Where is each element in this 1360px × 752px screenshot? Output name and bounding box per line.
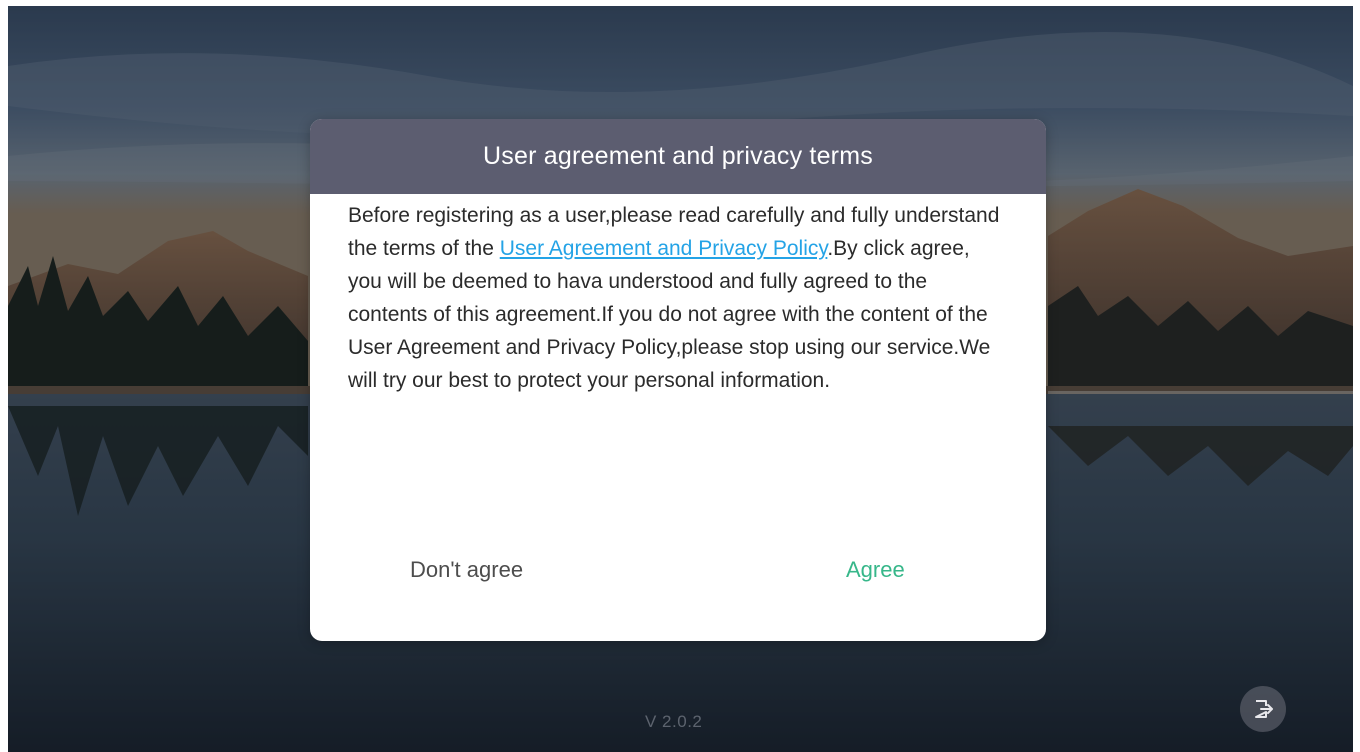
dialog-title: User agreement and privacy terms [483, 142, 873, 170]
agree-button[interactable]: Agree [830, 547, 921, 593]
body-rest-text: .By click agree, you will be deemed to h… [348, 237, 991, 392]
logout-icon [1255, 700, 1273, 718]
logout-button[interactable] [1240, 686, 1286, 732]
agreement-dialog: User agreement and privacy terms Before … [310, 119, 1046, 641]
version-label: V 2.0.2 [645, 712, 703, 731]
screen: User agreement and privacy terms Before … [8, 6, 1353, 752]
dialog-header: User agreement and privacy terms [310, 119, 1046, 194]
dialog-body: Before registering as a user,please read… [310, 194, 1046, 397]
dialog-actions: Don't agree Agree [310, 521, 1046, 641]
user-agreement-link[interactable]: User Agreement and Privacy Policy [500, 237, 828, 260]
dont-agree-button[interactable]: Don't agree [394, 547, 539, 593]
